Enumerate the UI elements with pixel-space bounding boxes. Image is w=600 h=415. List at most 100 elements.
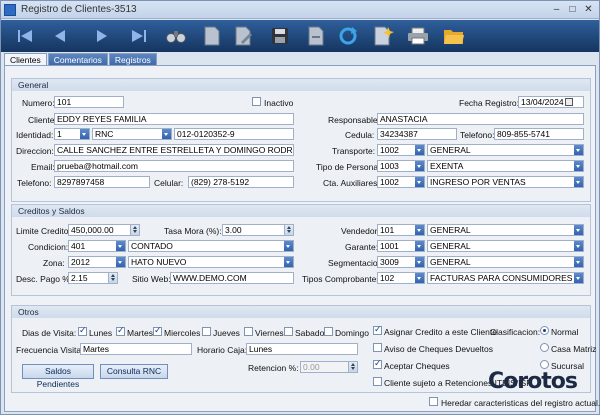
limite-field[interactable]: 450,000.00 — [68, 224, 140, 236]
chevron-down-icon[interactable] — [116, 241, 125, 251]
close-icon[interactable]: ✕ — [583, 4, 594, 15]
chevron-down-icon[interactable] — [284, 257, 293, 267]
desc-spinner[interactable] — [108, 273, 117, 283]
retencion-spinner[interactable] — [348, 362, 357, 372]
tasa-field[interactable]: 3.00 — [222, 224, 294, 236]
dia-jueves-checkbox[interactable] — [202, 327, 211, 336]
transporte-cod-select[interactable]: 1002 — [377, 144, 425, 156]
tasa-spinner[interactable] — [284, 225, 293, 235]
garante-cod-select[interactable]: 1001 — [377, 240, 425, 252]
maximize-icon[interactable]: □ — [567, 4, 578, 15]
last-icon[interactable] — [125, 23, 151, 49]
web-field[interactable]: WWW.DEMO.COM — [170, 272, 294, 284]
next-icon[interactable] — [89, 23, 115, 49]
clasif-normal-radio[interactable] — [540, 326, 549, 335]
clasif-casa-matriz-radio[interactable] — [540, 343, 549, 352]
delete-doc-icon[interactable] — [303, 23, 329, 49]
edit-doc-icon[interactable] — [231, 23, 257, 49]
zona-cod-select[interactable]: 2012 — [68, 256, 126, 268]
dia-domingo-checkbox[interactable] — [324, 327, 333, 336]
inactivo-checkbox[interactable] — [252, 97, 261, 106]
identidad-valor-field[interactable]: 012-0120352-9 — [174, 128, 294, 140]
zona-select[interactable]: HATO NUEVO — [128, 256, 294, 268]
responsable-field[interactable]: ANASTACIA — [377, 113, 584, 125]
aviso-cheques-checkbox[interactable] — [373, 343, 382, 352]
consulta-rnc-button[interactable]: Consulta RNC — [100, 364, 168, 379]
chevron-down-icon[interactable] — [415, 161, 424, 171]
chevron-down-icon[interactable] — [574, 273, 583, 283]
refresh-icon[interactable] — [335, 23, 361, 49]
minimize-icon[interactable]: – — [551, 4, 562, 15]
chevron-down-icon[interactable] — [80, 129, 89, 139]
saldos-pendientes-button[interactable]: Saldos Pendientes — [22, 364, 94, 389]
binoculars-icon[interactable] — [163, 23, 189, 49]
first-icon[interactable] — [13, 23, 39, 49]
identidad-tipo-select[interactable]: RNC — [92, 128, 172, 140]
telefono-field[interactable]: 8297897458 — [54, 176, 150, 188]
chevron-down-icon[interactable] — [284, 241, 293, 251]
cta-select[interactable]: INGRESO POR VENTAS — [427, 176, 584, 188]
wand-icon[interactable] — [371, 23, 397, 49]
new-doc-icon[interactable] — [199, 23, 225, 49]
telefono2-field[interactable]: 809-855-5741 — [494, 128, 584, 140]
chevron-down-icon[interactable] — [574, 257, 583, 267]
garante-select[interactable]: GENERAL — [427, 240, 584, 252]
clasif-sucursal-radio[interactable] — [540, 360, 549, 369]
prev-icon[interactable] — [47, 23, 73, 49]
chevron-down-icon[interactable] — [574, 225, 583, 235]
frecuencia-field[interactable]: Martes — [80, 343, 192, 355]
save-icon[interactable] — [267, 23, 293, 49]
celular-field[interactable]: (829) 278-5192 — [188, 176, 294, 188]
condicion-select[interactable]: CONTADO — [128, 240, 294, 252]
chevron-down-icon[interactable] — [415, 273, 424, 283]
vendedor-cod-select[interactable]: 101 — [377, 224, 425, 236]
vendedor-select[interactable]: GENERAL — [427, 224, 584, 236]
identidad-num-select[interactable]: 1 — [54, 128, 90, 140]
segmentacion-cod-select[interactable]: 3009 — [377, 256, 425, 268]
heredar-checkbox[interactable] — [429, 397, 438, 406]
chevron-down-icon[interactable] — [574, 177, 583, 187]
chevron-down-icon[interactable] — [574, 161, 583, 171]
aceptar-cheques-checkbox[interactable] — [373, 358, 382, 369]
watermark-logo: Corotos — [488, 369, 578, 394]
chevron-down-icon[interactable] — [574, 241, 583, 251]
cliente-field[interactable]: EDDY REYES FAMILIA — [54, 113, 294, 125]
segmentacion-select[interactable]: GENERAL — [427, 256, 584, 268]
limite-spinner[interactable] — [130, 225, 139, 235]
comprob-cod-select[interactable]: 102 — [377, 272, 425, 284]
chevron-down-icon[interactable] — [415, 145, 424, 155]
email-field[interactable]: prueba@hotmail.com — [54, 160, 294, 172]
dia-miercoles-checkbox[interactable] — [153, 325, 162, 336]
chevron-down-icon[interactable] — [415, 225, 424, 235]
comprob-select[interactable]: FACTURAS PARA CONSUMIDORES FINALES — [427, 272, 584, 284]
chevron-down-icon[interactable] — [415, 177, 424, 187]
tipo-persona-select[interactable]: EXENTA — [427, 160, 584, 172]
transporte-select[interactable]: GENERAL — [427, 144, 584, 156]
condicion-cod-select[interactable]: 401 — [68, 240, 126, 252]
folder-icon[interactable] — [441, 23, 467, 49]
dia-martes-checkbox[interactable] — [116, 325, 125, 336]
calendar-icon[interactable] — [565, 98, 573, 106]
cedula-field[interactable]: 34234387 — [377, 128, 457, 140]
chevron-down-icon[interactable] — [116, 257, 125, 267]
retencion-field[interactable]: 0.00 — [300, 361, 358, 373]
dia-sabado-checkbox[interactable] — [284, 327, 293, 336]
dia-viernes-checkbox[interactable] — [244, 327, 253, 336]
direccion-field[interactable]: CALLE SANCHEZ ENTRE ESTRELLETA Y DOMINGO… — [54, 144, 294, 156]
cta-cod-select[interactable]: 1002 — [377, 176, 425, 188]
desc-field[interactable]: 2.15 — [68, 272, 118, 284]
print-icon[interactable] — [405, 23, 431, 49]
chevron-down-icon[interactable] — [574, 145, 583, 155]
transporte-label: Transporte: — [332, 146, 376, 156]
numero-field[interactable]: 101 — [54, 96, 124, 108]
chevron-down-icon[interactable] — [415, 241, 424, 251]
sujeto-retenciones-checkbox[interactable] — [373, 377, 382, 386]
fecha-field[interactable]: 13/04/2024 — [518, 96, 584, 108]
asignar-credito-checkbox[interactable] — [373, 324, 382, 335]
chevron-down-icon[interactable] — [162, 129, 171, 139]
dia-lunes-checkbox[interactable] — [78, 325, 87, 336]
chevron-down-icon[interactable] — [415, 257, 424, 267]
horario-field[interactable]: Lunes — [246, 343, 358, 355]
tipo-persona-cod-select[interactable]: 1003 — [377, 160, 425, 172]
chevron-down-icon[interactable] — [574, 97, 583, 107]
